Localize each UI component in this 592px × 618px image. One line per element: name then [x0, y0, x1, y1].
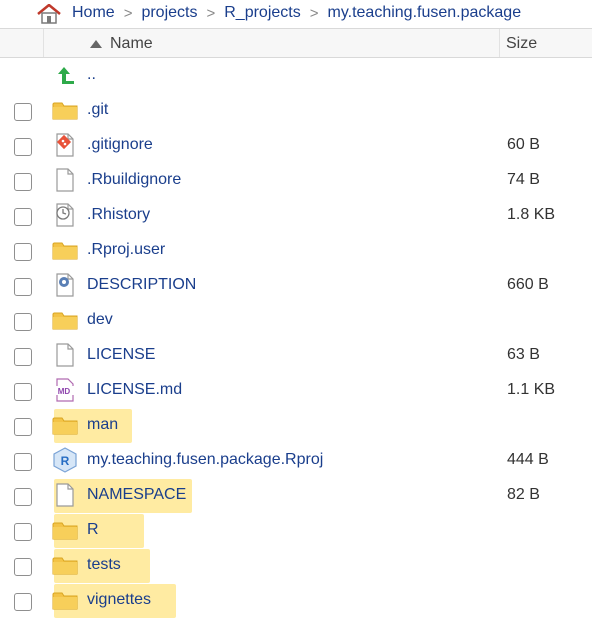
svg-text:R: R	[61, 454, 70, 468]
file-row[interactable]: .Rbuildignore 74 B	[0, 163, 592, 198]
file-name-link[interactable]: vignettes	[87, 591, 151, 609]
folder-icon	[52, 312, 78, 330]
file-row[interactable]: DESCRIPTION 660 B	[0, 268, 592, 303]
row-checkbox[interactable]	[14, 523, 32, 541]
file-row[interactable]: R	[0, 513, 592, 548]
row-checkbox[interactable]	[14, 593, 32, 611]
file-row[interactable]: .Rproj.user	[0, 233, 592, 268]
header-checkbox-column	[0, 29, 44, 57]
parent-directory-row[interactable]: ..	[0, 58, 592, 93]
file-row[interactable]: .Rhistory 1.8 KB	[0, 198, 592, 233]
file-name-link[interactable]: .gitignore	[87, 136, 153, 154]
file-list: .. .git .gitignore 60 B .Rbuildignore 74 B .R…	[0, 58, 592, 618]
file-size: 1.8 KB	[507, 206, 556, 223]
folder-icon	[52, 242, 78, 260]
file-icon	[56, 168, 74, 192]
file-name-link[interactable]: R	[87, 521, 99, 539]
row-checkbox[interactable]	[14, 103, 32, 121]
up-arrow-icon[interactable]	[52, 62, 78, 88]
folder-icon	[52, 557, 78, 575]
home-icon[interactable]	[36, 4, 62, 24]
file-name-link[interactable]: dev	[87, 311, 113, 329]
file-row[interactable]: NAMESPACE 82 B	[0, 478, 592, 513]
folder-icon	[52, 102, 78, 120]
header-icon-column	[43, 29, 81, 57]
svg-text:MD: MD	[58, 387, 71, 396]
file-size: 444 B	[507, 451, 549, 468]
file-size: 63 B	[507, 346, 540, 363]
breadcrumb-separator: >	[123, 4, 133, 22]
file-size: 1.1 KB	[507, 381, 556, 398]
row-checkbox[interactable]	[14, 453, 32, 471]
size-column-label: Size	[506, 35, 538, 52]
row-checkbox[interactable]	[14, 418, 32, 436]
row-checkbox[interactable]	[14, 348, 32, 366]
file-table-header: Name Size	[0, 28, 592, 58]
row-checkbox[interactable]	[14, 208, 32, 226]
file-icon	[56, 343, 74, 367]
breadcrumb-home[interactable]: Home	[72, 4, 115, 22]
row-checkbox[interactable]	[14, 243, 32, 261]
breadcrumb: Home > projects > R_projects > my.teachi…	[0, 0, 592, 28]
file-size: 660 B	[507, 276, 549, 293]
folder-icon	[52, 592, 78, 610]
row-checkbox[interactable]	[14, 558, 32, 576]
folder-icon	[52, 522, 78, 540]
history-file-icon	[56, 203, 74, 227]
folder-icon	[52, 417, 78, 435]
file-row[interactable]: LICENSE 63 B	[0, 338, 592, 373]
file-row[interactable]: MD LICENSE.md 1.1 KB	[0, 373, 592, 408]
file-name-link[interactable]: .Rproj.user	[87, 241, 165, 259]
row-checkbox[interactable]	[14, 383, 32, 401]
file-size: 82 B	[507, 486, 540, 503]
file-name-link[interactable]: LICENSE	[87, 346, 155, 364]
row-checkbox[interactable]	[14, 138, 32, 156]
file-name-link[interactable]: .Rbuildignore	[87, 171, 181, 189]
file-name-link[interactable]: NAMESPACE	[87, 486, 186, 504]
file-row[interactable]: man	[0, 408, 592, 443]
file-name-link[interactable]: DESCRIPTION	[87, 276, 196, 294]
sort-ascending-icon	[90, 40, 102, 48]
file-row[interactable]: tests	[0, 548, 592, 583]
file-row[interactable]: Rmy.teaching.fusen.package.Rproj 444 B	[0, 443, 592, 478]
file-icon	[56, 483, 74, 507]
breadcrumb-current[interactable]: my.teaching.fusen.package	[328, 4, 522, 22]
git-file-icon	[56, 133, 74, 157]
name-column-header[interactable]: Name	[90, 35, 153, 53]
rproj-file-icon: R	[53, 447, 77, 473]
markdown-file-icon: MD	[54, 378, 74, 402]
file-row[interactable]: .gitignore 60 B	[0, 128, 592, 163]
name-column-label: Name	[110, 35, 153, 52]
row-checkbox[interactable]	[14, 488, 32, 506]
parent-directory-link[interactable]: ..	[87, 66, 96, 84]
file-name-link[interactable]: .git	[87, 101, 108, 119]
file-name-link[interactable]: man	[87, 416, 118, 434]
file-size: 74 B	[507, 171, 540, 188]
breadcrumb-projects[interactable]: projects	[141, 4, 197, 22]
breadcrumb-separator: >	[206, 4, 216, 22]
file-name-link[interactable]: tests	[87, 556, 121, 574]
file-row[interactable]: dev	[0, 303, 592, 338]
breadcrumb-r-projects[interactable]: R_projects	[224, 4, 300, 22]
size-column-header[interactable]: Size	[499, 29, 592, 57]
file-name-link[interactable]: my.teaching.fusen.package.Rproj	[87, 451, 323, 469]
file-name-link[interactable]: LICENSE.md	[87, 381, 182, 399]
row-checkbox[interactable]	[14, 173, 32, 191]
file-name-link[interactable]: .Rhistory	[87, 206, 150, 224]
file-row[interactable]: .git	[0, 93, 592, 128]
description-file-icon	[56, 273, 74, 297]
breadcrumb-trail: Home > projects > R_projects > my.teachi…	[72, 4, 521, 22]
row-checkbox[interactable]	[14, 278, 32, 296]
file-size: 60 B	[507, 136, 540, 153]
row-checkbox[interactable]	[14, 313, 32, 331]
breadcrumb-separator: >	[309, 4, 319, 22]
